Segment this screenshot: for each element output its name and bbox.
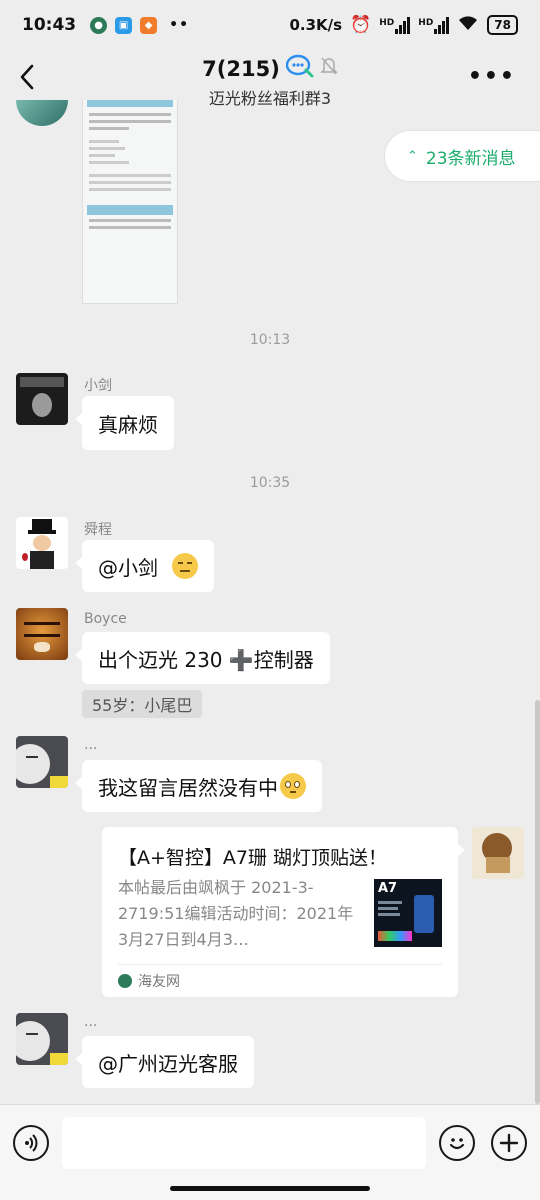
link-card[interactable]: 【A+智控】A7珊 瑚灯顶贴送！ 本帖最后由飒枫于 2021-3-2719:51… <box>102 827 465 997</box>
timestamp: 10:13 <box>249 332 291 348</box>
app-notification-icon: ◆ <box>140 16 158 34</box>
avatar[interactable] <box>16 608 68 660</box>
pleading-emoji-icon <box>280 773 306 799</box>
image-message[interactable] <box>82 100 178 304</box>
status-indicators: 0.3K/s ⏰ HD HD 78 <box>289 14 518 36</box>
message-text: 我这留言居然没有中 <box>98 775 278 800</box>
battery-icon: 78 <box>487 15 518 35</box>
more-dots-icon[interactable]: ••• <box>468 64 516 89</box>
chat-message-list[interactable]: ⌃ 23条新消息 10:13 小剑 真麻烦 10:35 舜程 @小剑 Boyce… <box>0 100 540 1104</box>
thinking-emoji-icon <box>172 553 198 579</box>
avatar[interactable] <box>472 827 524 879</box>
quoted-reply[interactable]: 55岁：小尾巴 <box>82 690 203 718</box>
alarm-icon: ⏰ <box>350 15 372 35</box>
plus-icon[interactable] <box>491 1125 527 1161</box>
message-bubble[interactable]: @小剑 <box>75 540 214 592</box>
link-card-source-name: 海友网 <box>138 974 180 990</box>
group-chat-icon <box>285 54 314 83</box>
avatar[interactable] <box>16 517 68 569</box>
avatar[interactable] <box>16 100 68 126</box>
sender-name: Boyce <box>84 611 127 627</box>
status-bar: 10:43 ● ▣ ◆ •• 0.3K/s ⏰ HD HD 78 <box>0 0 540 50</box>
emoji-icon[interactable] <box>439 1125 475 1161</box>
double-chevron-up-icon: ⌃ <box>407 148 418 164</box>
link-card-title: 【A+智控】A7珊 瑚灯顶贴送！ <box>118 847 388 869</box>
sender-name: ... <box>84 737 98 753</box>
mute-bell-icon <box>320 56 338 81</box>
voice-input-icon[interactable] <box>13 1125 49 1161</box>
message-bubble[interactable]: 出个迈光 230 ➕控制器 <box>75 632 330 684</box>
link-card-description: 本帖最后由飒枫于 2021-3-2719:51编辑活动时间：2021年3月27日… <box>118 878 354 949</box>
app-notification-icon: ● <box>90 16 108 34</box>
new-messages-button[interactable]: ⌃ 23条新消息 <box>384 130 540 182</box>
signal-icon: HD <box>418 16 450 34</box>
message-input[interactable] <box>62 1117 426 1169</box>
timestamp: 10:35 <box>249 475 291 491</box>
message-bubble[interactable]: 我这留言居然没有中 <box>75 760 322 812</box>
status-time: 10:43 <box>22 15 77 35</box>
avatar[interactable] <box>16 736 68 788</box>
scrollbar[interactable] <box>535 700 540 1104</box>
sender-name: ... <box>84 1014 98 1030</box>
message-bubble[interactable]: @广州迈光客服 <box>75 1036 254 1088</box>
more-notifications-icon: •• <box>169 17 190 33</box>
divider <box>118 964 442 965</box>
message-bubble[interactable]: 真麻烦 <box>75 396 174 450</box>
wifi-icon <box>457 14 479 36</box>
sender-name: 舜程 <box>84 522 112 538</box>
signal-icon: HD <box>379 16 411 34</box>
chat-title: 7(215) <box>202 56 280 81</box>
avatar[interactable] <box>16 373 68 425</box>
home-indicator[interactable] <box>170 1186 370 1191</box>
avatar[interactable] <box>16 1013 68 1065</box>
source-logo-icon <box>118 974 132 988</box>
message-text: @小剑 <box>98 555 158 580</box>
app-notification-icon: ▣ <box>115 16 133 34</box>
new-messages-label: 23条新消息 <box>425 148 516 169</box>
link-card-thumbnail: A7 <box>374 879 442 947</box>
sender-name: 小剑 <box>84 378 112 394</box>
network-speed: 0.3K/s <box>289 16 343 34</box>
link-card-source: 海友网 <box>118 971 180 991</box>
